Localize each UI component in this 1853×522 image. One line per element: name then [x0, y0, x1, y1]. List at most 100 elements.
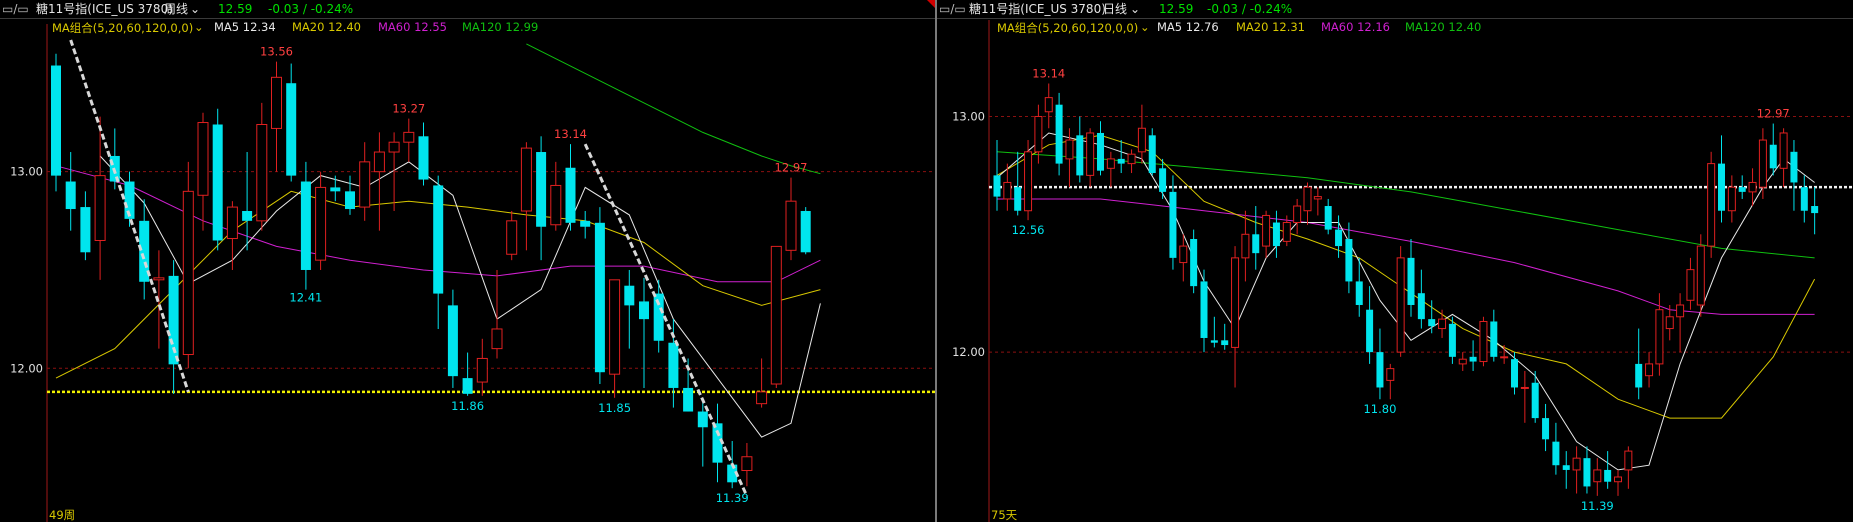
candle-body-down	[1169, 191, 1177, 258]
candle-body-down	[1738, 187, 1746, 192]
weekly-candlestick-chart[interactable]: 12.00 13.00 11.85 13.56 12.41 13.27 11.86 13.14…	[0, 0, 935, 522]
candle-body-down	[1562, 465, 1570, 470]
candle-body-down	[51, 65, 61, 176]
candle-body-down	[624, 285, 635, 306]
candle-body-down	[242, 211, 253, 221]
candle-body-down	[1252, 234, 1260, 254]
candle-body-up	[1293, 205, 1302, 224]
candle-body-up	[1003, 181, 1012, 200]
price-annotation: 13.27	[392, 102, 425, 116]
price-annotation: 12.97	[1757, 107, 1790, 121]
candle-body-up	[476, 357, 488, 383]
bar-count-label: 49周	[49, 508, 75, 522]
candle-body-up	[1303, 186, 1312, 212]
candle-body-down	[1366, 309, 1374, 353]
y-tick-label: 12.00	[952, 345, 985, 359]
candle-body-up	[1624, 450, 1633, 471]
price-annotation: 11.39	[1581, 499, 1614, 513]
candle-body-up	[94, 175, 106, 241]
candle-body-down	[1552, 441, 1560, 466]
candle-body-down	[1076, 135, 1084, 176]
candle-body-up	[609, 279, 621, 375]
price-annotation: 13.14	[1032, 66, 1065, 80]
candle-body-down	[433, 185, 444, 294]
candle-body-up	[491, 328, 503, 350]
candle-body-down	[1718, 163, 1725, 211]
candle-body-up	[1655, 309, 1664, 365]
candle-body-up	[1458, 358, 1467, 365]
candle-body-up	[1231, 257, 1240, 348]
ma5-line	[996, 132, 1815, 471]
candle-body-up	[1137, 127, 1146, 153]
y-tick-label: 12.00	[10, 361, 43, 375]
candle-body-down	[639, 301, 649, 320]
candle-body-up	[1520, 386, 1529, 389]
price-annotation: 11.39	[716, 491, 749, 505]
weekly-chart-panel[interactable]: ▭/▭ 糖11号指(ICE_US 3780) 周线 ⌄ 12.59 -0.03 …	[0, 0, 935, 522]
candle-body-down	[1428, 319, 1436, 327]
candle-body-down	[668, 342, 679, 388]
candle-body-down	[418, 136, 429, 180]
candle-body-up	[1707, 163, 1716, 247]
candle-body-down	[65, 181, 76, 210]
candle-body-up	[182, 190, 194, 356]
candle-body-up	[520, 147, 532, 212]
candle-body-up	[271, 76, 282, 129]
candle-body-up	[1282, 222, 1291, 242]
candle-body-down	[565, 167, 576, 223]
candle-body-up	[1645, 363, 1654, 377]
candle-body-down	[1635, 363, 1643, 388]
candle-body-down	[1210, 340, 1218, 343]
candle-body-down	[1407, 257, 1415, 305]
candle-body-up	[741, 456, 753, 472]
y-tick-label: 13.00	[10, 165, 43, 179]
candle-body-down	[1324, 206, 1332, 230]
candle-body-up	[550, 184, 562, 226]
candle-body-up	[1779, 132, 1788, 169]
candle-body-up	[1614, 476, 1622, 483]
candle-body-up	[256, 124, 268, 222]
price-annotation: 12.56	[1012, 223, 1045, 237]
candle-body-down	[580, 220, 591, 227]
candle-body-down	[594, 222, 605, 373]
daily-candlestick-chart[interactable]: 12.00 13.00 13.14 12.56 11.80 11.39 12.97 75天	[937, 0, 1853, 522]
daily-chart-panel[interactable]: ▭/▭ 糖11号指(ICE_US 3780) 日线 ⌄ 12.59 -0.03 …	[937, 0, 1853, 522]
candle-body-up	[1179, 245, 1188, 264]
candle-body-down	[212, 124, 223, 241]
candle-body-up	[1065, 139, 1074, 160]
candle-body-up	[1758, 139, 1767, 188]
candle-body-down	[1376, 352, 1384, 388]
candle-body-down	[286, 83, 297, 176]
candle-body-up	[1686, 269, 1695, 301]
price-annotation: 11.86	[451, 399, 484, 413]
candle-body-down	[1490, 321, 1498, 357]
candle-body-up	[785, 200, 797, 251]
candle-body-up	[1262, 214, 1271, 247]
candle-body-up	[1313, 196, 1322, 200]
candle-body-down	[80, 207, 91, 253]
candle-body-up	[1500, 356, 1509, 359]
candle-body-down	[1800, 187, 1808, 211]
price-annotation: 11.80	[1363, 402, 1396, 416]
candle-body-up	[1696, 245, 1705, 306]
candle-body-down	[536, 152, 547, 227]
price-annotation: 12.41	[289, 291, 322, 305]
candle-body-up	[1044, 97, 1053, 113]
price-annotation: 13.14	[554, 127, 587, 141]
candle-body-down	[345, 191, 355, 210]
candle-body-down	[697, 411, 708, 428]
candle-body-down	[330, 187, 341, 192]
candle-body-up	[1127, 153, 1136, 165]
candle-body-up	[403, 131, 415, 143]
candle-body-up	[359, 161, 371, 208]
corner-marker	[927, 0, 935, 8]
candle-body-up	[1665, 316, 1674, 330]
candle-body-down	[300, 181, 311, 270]
candle-body-down	[462, 378, 473, 394]
price-annotation: 12.97	[775, 161, 808, 175]
candle-body-up	[1396, 257, 1405, 353]
candle-body-up	[1386, 368, 1395, 381]
candle-body-up	[506, 220, 518, 255]
candle-body-down	[447, 305, 458, 377]
candle-body-down	[1190, 239, 1198, 287]
